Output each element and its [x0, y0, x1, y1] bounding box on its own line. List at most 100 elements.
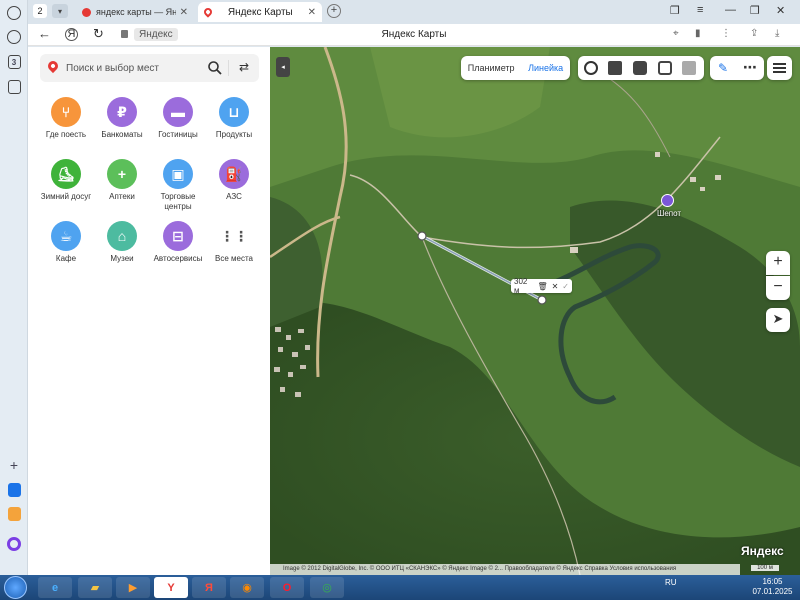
camera-icon[interactable]	[5, 78, 23, 96]
alice-icon[interactable]	[5, 535, 23, 553]
lock-icon	[121, 30, 128, 38]
mail-icon[interactable]	[5, 481, 23, 499]
close-tab-icon[interactable]: ✕	[180, 7, 188, 18]
chrome-icon[interactable]: ◎	[310, 577, 344, 598]
map-copyright: Image © 2012 DigitalGlobe, Inc. © ООО ИТ…	[270, 564, 740, 575]
ruler-point-end[interactable]	[537, 295, 547, 305]
yandex-icon[interactable]: Я	[192, 577, 226, 598]
zoom-out-button[interactable]: −	[766, 276, 790, 300]
start-button[interactable]	[4, 576, 27, 599]
main-menu-button[interactable]	[767, 56, 792, 80]
ruler-icon[interactable]: ✎	[716, 61, 730, 75]
opera-icon[interactable]: O	[270, 577, 304, 598]
satellite-map[interactable]	[270, 47, 800, 575]
restore-button[interactable]: ❐	[750, 4, 760, 17]
tab-yandex-search[interactable]: яндекс карты — Яндекс: н ✕	[76, 2, 194, 22]
grid-icon: ⋮⋮	[219, 221, 249, 251]
poi-marker[interactable]	[661, 194, 674, 207]
category-label: Где поесть	[45, 130, 87, 139]
tab-count-badge[interactable]: 2	[33, 4, 47, 18]
divider	[228, 60, 229, 76]
category-ruble[interactable]: ₽ Банкоматы	[92, 97, 152, 140]
map-pin-icon	[45, 58, 61, 74]
collections-icon[interactable]: ❐	[670, 4, 680, 17]
media-player-icon[interactable]: ▶	[116, 577, 150, 598]
more-dots-icon[interactable]: ⋮	[721, 28, 731, 39]
close-window-button[interactable]: ✕	[776, 4, 785, 17]
bag-icon: ▣	[163, 159, 193, 189]
location-icon[interactable]: ⌖	[673, 28, 679, 39]
traffic-icon[interactable]	[682, 61, 696, 75]
tab-yandex-maps[interactable]: Яндекс Карты ✕	[198, 2, 322, 22]
layers-icon[interactable]	[584, 61, 598, 75]
ruler-mode-button[interactable]: Линейка	[528, 63, 563, 73]
address-bar: ← Я ↻ Яндекс Яндекс Карты ⌖ ▮ ⋮ ⇪ ⤓	[28, 24, 800, 46]
close-tab-icon[interactable]: ✕	[308, 7, 316, 18]
new-tab-button[interactable]: +	[327, 4, 341, 18]
url-domain[interactable]: Яндекс	[134, 28, 178, 41]
category-basket[interactable]: ⊔ Продукты	[204, 97, 264, 140]
category-fuel[interactable]: ⛽ АЗС	[204, 159, 264, 202]
photo-icon[interactable]	[633, 61, 647, 75]
ruler-point-start[interactable]	[417, 231, 427, 241]
search-box[interactable]: ⇄	[40, 54, 259, 82]
reload-icon[interactable]: ↻	[93, 27, 104, 41]
search-icon[interactable]	[207, 60, 223, 76]
firefox-icon[interactable]: ◉	[230, 577, 264, 598]
explorer-icon[interactable]: ▰	[78, 577, 112, 598]
category-grid[interactable]: ⋮⋮ Все места	[204, 221, 264, 264]
language-indicator[interactable]: RU	[665, 578, 677, 587]
distance-value: 302 м	[514, 277, 528, 295]
skate-icon: ⛸	[51, 159, 81, 189]
download-icon[interactable]: ⤓	[775, 28, 779, 39]
category-bed[interactable]: ▬ Гостиницы	[148, 97, 208, 140]
bookmark-icon[interactable]: ▮	[695, 28, 701, 39]
category-bag[interactable]: ▣ Торговые центры	[148, 159, 208, 212]
category-fork-knife[interactable]: ⑂ Где поесть	[36, 97, 96, 140]
share-icon[interactable]: ⇪	[750, 28, 758, 39]
ruble-icon: ₽	[107, 97, 137, 127]
ie-icon[interactable]: e	[38, 577, 72, 598]
category-label: Зимний досуг	[40, 192, 92, 201]
yandex-browser-icon[interactable]: Y	[154, 577, 188, 598]
tab-strip: 2 ▾ яндекс карты — Яндекс: н ✕ Яндекс Ка…	[28, 0, 800, 24]
trash-icon[interactable]: 🗑	[537, 282, 547, 291]
yandex-favicon-icon	[82, 7, 91, 17]
tabs-badge-icon[interactable]: 3	[5, 53, 23, 71]
transport-icon[interactable]	[658, 61, 672, 75]
panorama-icon[interactable]	[608, 61, 622, 75]
satellite-imagery	[270, 47, 800, 575]
browser-sidepanel: 3 +	[0, 0, 28, 575]
zoom-in-button[interactable]: +	[766, 251, 790, 275]
system-clock[interactable]: 16:05 07.01.2025	[750, 577, 795, 597]
planimeter-button[interactable]: Планиметр	[468, 63, 515, 73]
poi-label[interactable]: Шепот	[657, 209, 681, 218]
play-icon[interactable]	[5, 28, 23, 46]
history-icon[interactable]	[5, 4, 23, 22]
add-icon[interactable]: +	[5, 456, 23, 474]
menu-lines-icon[interactable]: ≡	[697, 4, 703, 16]
car-icon: ⊟	[163, 221, 193, 251]
category-label: Торговые центры	[160, 192, 196, 211]
yandex-y-icon[interactable]: Я	[65, 28, 78, 41]
category-cup[interactable]: ☕ Кафе	[36, 221, 96, 264]
category-car[interactable]: ⊟ Автосервисы	[148, 221, 208, 264]
maps-pin-favicon-icon	[202, 6, 214, 18]
minimize-button[interactable]: —	[725, 4, 736, 16]
more-horizontal-icon[interactable]: ⋯	[742, 59, 758, 76]
category-plus[interactable]: + Аптеки	[92, 159, 152, 202]
wallet-icon[interactable]	[5, 505, 23, 523]
collapse-panel-button[interactable]: ◂	[276, 57, 290, 77]
search-input[interactable]	[66, 60, 206, 76]
route-icon[interactable]: ⇄	[236, 60, 252, 76]
plus-icon: +	[107, 159, 137, 189]
locate-me-button[interactable]: ➤	[766, 308, 790, 332]
check-icon[interactable]: ✓	[562, 282, 569, 291]
back-arrow-icon[interactable]: ←	[38, 27, 51, 41]
category-label: Музеи	[110, 254, 134, 263]
category-label: АЗС	[226, 192, 242, 201]
category-skate[interactable]: ⛸ Зимний досуг	[36, 159, 96, 202]
close-icon[interactable]: ✕	[552, 282, 559, 291]
chevron-down-icon[interactable]: ▾	[52, 4, 68, 18]
category-museum[interactable]: ⌂ Музеи	[92, 221, 152, 264]
